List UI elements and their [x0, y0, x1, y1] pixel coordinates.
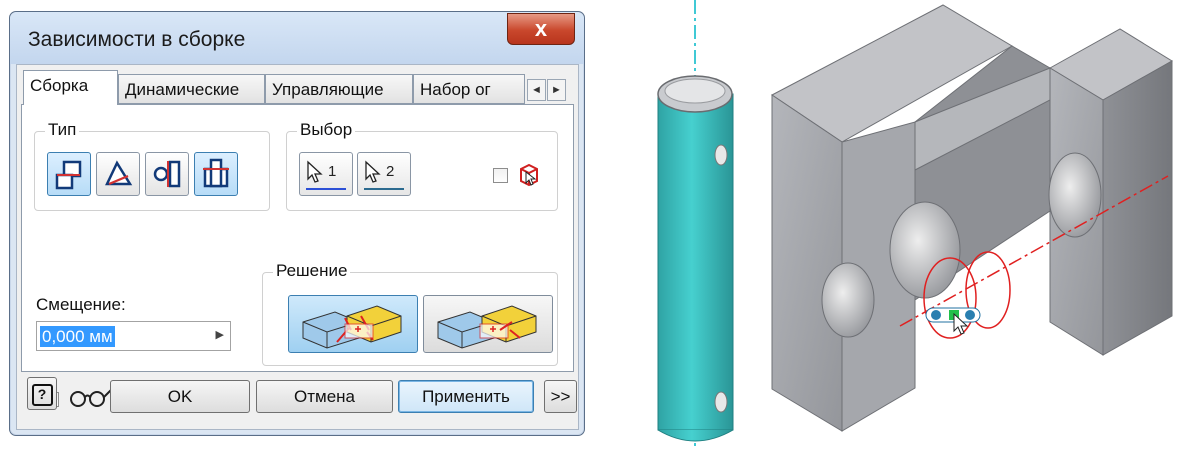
type-group-label: Тип	[45, 120, 80, 140]
insert-icon	[203, 158, 229, 188]
tab-motion[interactable]: Динамические	[118, 74, 265, 104]
selection-group-label: Выбор	[297, 120, 356, 140]
pin-hole-bottom	[714, 391, 728, 413]
pointer-icon	[307, 160, 323, 183]
flush-solution-icon	[437, 305, 537, 349]
glasses-icon	[70, 388, 113, 407]
viewport-canvas	[657, 0, 1173, 450]
help-icon: ?	[31, 384, 53, 406]
apply-label: Применить	[422, 387, 510, 406]
ok-button[interactable]: OK	[110, 380, 250, 413]
solution-group: Решение	[262, 261, 558, 366]
assembly-constraints-dialog: Зависимости в сборке x Сборка Динамическ…	[9, 11, 585, 436]
tab-panel-assembly: Тип Выбор 1 2 Смещение: 0,000 мм ▶ ✓ Реш…	[21, 104, 574, 410]
select-second-number: 2	[386, 163, 395, 180]
chevron-right-icon: ►	[551, 84, 562, 96]
dialog-title: Зависимости в сборке	[28, 28, 246, 51]
3d-viewport[interactable]	[600, 0, 1180, 450]
offset-value: 0,000 мм	[40, 326, 115, 347]
apply-button[interactable]: Применить	[398, 380, 534, 413]
pin-hole-top	[714, 144, 728, 166]
clevis-block-part[interactable]	[771, 4, 1173, 432]
arrow-right-icon[interactable]	[965, 310, 975, 320]
expand-label: >>	[550, 387, 571, 406]
offset-input[interactable]: 0,000 мм ▶	[36, 321, 231, 351]
angle-type-button[interactable]	[96, 152, 140, 196]
mate-solution-icon	[302, 305, 402, 349]
tab-scroll-right-button[interactable]: ►	[547, 79, 566, 101]
tab-label: Набор ог	[420, 80, 491, 99]
select-first-underline	[306, 188, 346, 190]
type-group: Тип	[34, 120, 270, 211]
selection-group: Выбор 1 2	[286, 120, 558, 211]
tab-label: Динамические	[125, 80, 240, 99]
angle-icon	[105, 160, 133, 186]
mate-solution-button[interactable]	[288, 295, 418, 353]
first-click-select-checkbox[interactable]	[493, 168, 508, 183]
ok-label: OK	[167, 387, 193, 406]
mate-type-button[interactable]	[47, 152, 91, 196]
tab-label: Сборка	[30, 76, 89, 95]
select-other-icon	[520, 163, 538, 187]
tab-label: Управляющие	[272, 80, 384, 99]
chevron-left-icon: ◄	[531, 84, 542, 96]
offset-arrow-icon[interactable]: ▶	[216, 328, 224, 341]
select-first-number: 1	[328, 163, 337, 180]
cancel-label: Отмена	[294, 387, 355, 406]
offset-label: Смещение:	[36, 295, 126, 314]
tangent-icon	[153, 160, 181, 188]
tab-transitional[interactable]: Управляющие	[265, 74, 413, 104]
pin-part[interactable]	[657, 75, 734, 442]
dialog-titlebar[interactable]: Зависимости в сборке x	[10, 12, 584, 64]
expand-button[interactable]: >>	[544, 380, 577, 413]
mate-icon	[55, 160, 82, 190]
select-second-button[interactable]: 2	[357, 152, 411, 196]
select-second-underline	[364, 188, 404, 190]
arrow-left-icon[interactable]	[931, 310, 941, 320]
close-button[interactable]: x	[507, 13, 575, 45]
solution-group-label: Решение	[273, 261, 351, 281]
tab-scroll-left-button[interactable]: ◄	[527, 79, 546, 101]
help-button[interactable]: ?	[27, 377, 57, 410]
select-first-button[interactable]: 1	[299, 152, 353, 196]
pointer-icon	[365, 160, 381, 183]
block-hole-front	[821, 262, 875, 338]
dialog-body: Сборка Динамические Управляющие Набор ог…	[16, 64, 579, 430]
tab-constraint-set[interactable]: Набор ог	[413, 74, 525, 104]
insert-type-button[interactable]	[194, 152, 238, 196]
cancel-button[interactable]: Отмена	[256, 380, 393, 413]
flush-solution-button[interactable]	[423, 295, 553, 353]
close-icon: x	[534, 16, 548, 41]
tab-assembly[interactable]: Сборка	[23, 70, 118, 105]
tangent-type-button[interactable]	[145, 152, 189, 196]
block-hole-right	[1048, 152, 1102, 238]
